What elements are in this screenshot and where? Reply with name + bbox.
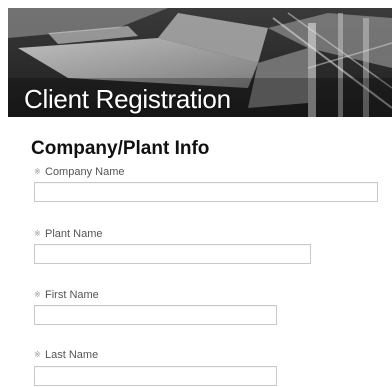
required-marker-icon: ※ (34, 350, 41, 359)
header-banner: Client Registration (8, 8, 392, 117)
required-marker-icon: ※ (34, 167, 41, 176)
plant-name-label-text: Plant Name (45, 228, 103, 240)
last-name-label-text: Last Name (45, 349, 99, 361)
company-name-label-text: Company Name (45, 166, 125, 178)
plant-name-input[interactable] (34, 244, 311, 264)
first-name-label-text: First Name (45, 289, 99, 301)
required-marker-icon: ※ (34, 290, 41, 299)
section-title: Company/Plant Info (31, 138, 210, 159)
first-name-input[interactable] (34, 305, 277, 325)
plant-name-label: ※ Plant Name (34, 228, 102, 240)
company-name-label: ※ Company Name (34, 166, 124, 178)
last-name-label: ※ Last Name (34, 349, 98, 361)
first-name-label: ※ First Name (34, 289, 99, 301)
page-title: Client Registration (24, 84, 231, 114)
last-name-input[interactable] (34, 366, 277, 386)
company-name-input[interactable] (34, 182, 378, 202)
required-marker-icon: ※ (34, 229, 41, 238)
